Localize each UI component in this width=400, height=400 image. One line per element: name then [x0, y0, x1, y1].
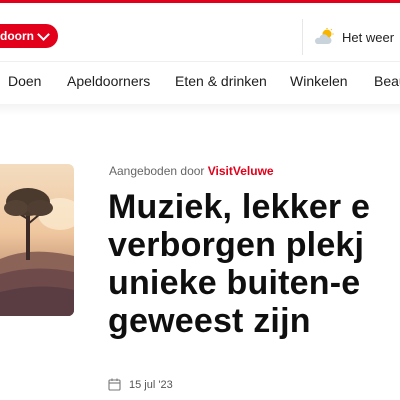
- article-title-line: geweest zijn: [108, 302, 311, 340]
- article-thumbnail[interactable]: [0, 164, 74, 316]
- article-title-line: Muziek, lekker e: [108, 188, 371, 226]
- sponsor-link[interactable]: VisitVeluwe: [208, 164, 274, 178]
- main-nav: Doen Apeldoorners Eten & drinken Winkele…: [0, 62, 400, 104]
- site-header: doorn Het weer: [0, 3, 400, 63]
- nav-item-eten-drinken[interactable]: Eten & drinken: [175, 73, 267, 89]
- nav-item-doen[interactable]: Doen: [8, 73, 41, 89]
- article-date: 15 jul '23: [108, 378, 173, 391]
- city-selector-button[interactable]: doorn: [0, 24, 58, 48]
- nav-item-apeldoorners[interactable]: Apeldoorners: [67, 73, 150, 89]
- weather-link[interactable]: Het weer: [302, 19, 400, 55]
- sponsored-prefix: Aangeboden door: [109, 164, 205, 178]
- city-selector-label: doorn: [0, 29, 34, 43]
- sponsored-by-label: Aangeboden door VisitVeluwe: [109, 164, 274, 178]
- nav-item-winkelen[interactable]: Winkelen: [290, 73, 348, 89]
- article-title[interactable]: Muziek, lekker e verborgen plekj unieke …: [108, 188, 400, 340]
- article-title-line: unieke buiten-e: [108, 264, 361, 302]
- weather-label: Het weer: [342, 29, 395, 45]
- article-date-text: 15 jul '23: [129, 378, 173, 391]
- weather-cloud-sun-icon: [315, 28, 334, 44]
- heathland-tree-image: [0, 164, 74, 316]
- chevron-down-icon: [37, 27, 50, 41]
- nav-item-beau[interactable]: Beau: [374, 73, 400, 89]
- calendar-icon: [108, 378, 121, 391]
- nav-shadow: [0, 104, 400, 116]
- article-title-line: verborgen plekj: [108, 226, 365, 264]
